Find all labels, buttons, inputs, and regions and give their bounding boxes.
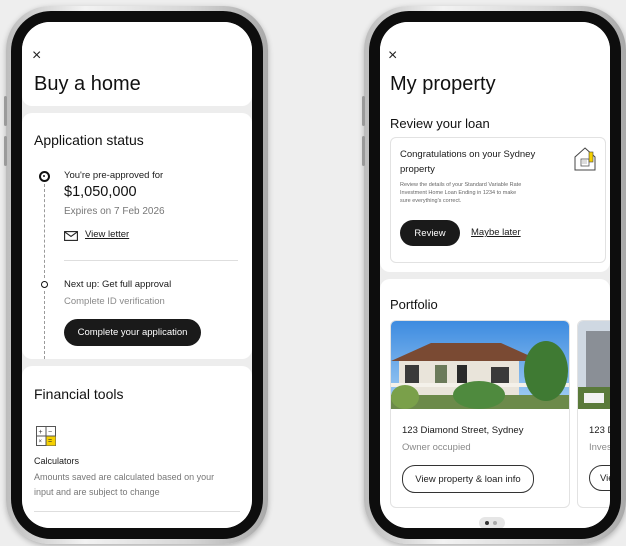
house-document-icon	[574, 147, 596, 171]
panel-title: property	[400, 164, 435, 175]
section-heading: Portfolio	[390, 297, 438, 312]
page-dot-active	[485, 521, 489, 525]
calculators-description: input and are subject to change	[34, 487, 160, 497]
page-title: Buy a home	[34, 73, 141, 95]
step2-sublabel: Complete ID verification	[64, 296, 165, 307]
close-icon[interactable]: ×	[32, 48, 41, 64]
property-status: Invest	[589, 442, 610, 453]
volume-button	[362, 96, 365, 126]
property-address: 123 D	[589, 425, 610, 436]
view-letter-link[interactable]: View letter	[85, 229, 129, 240]
section-heading: Financial tools	[34, 386, 124, 402]
view-property-button[interactable]: View property & loan info	[402, 465, 534, 493]
panel-body: sure everything's correct.	[400, 198, 462, 204]
expiry-date: Expires on 7 Feb 2026	[64, 206, 165, 217]
maybe-later-link[interactable]: Maybe later	[471, 227, 521, 238]
review-button[interactable]: Review	[400, 220, 460, 246]
left-phone-frame: × Buy a home Application status You're p…	[4, 6, 268, 544]
preapproved-amount: $1,050,000	[64, 184, 137, 200]
divider	[34, 511, 240, 512]
review-loan-card: × My property Review your loan Congratul…	[380, 22, 610, 272]
property-card[interactable]: 123 D Invest Vie	[577, 320, 610, 508]
step2-label: Next up: Get full approval	[64, 279, 172, 290]
house-photo	[578, 321, 610, 409]
complete-application-button[interactable]: Complete your application	[64, 319, 201, 346]
svg-text:×: ×	[39, 439, 43, 445]
calculator-icon: + − × =	[36, 426, 56, 446]
left-screen: × Buy a home Application status You're p…	[22, 22, 252, 528]
calculators-description: Amounts saved are calculated based on yo…	[34, 472, 215, 482]
pagination-dots	[479, 517, 505, 528]
section-heading: Application status	[34, 132, 144, 148]
house-photo	[391, 321, 569, 409]
page-dot	[493, 521, 497, 525]
close-icon[interactable]: ×	[388, 48, 397, 64]
right-screen: × My property Review your loan Congratul…	[380, 22, 610, 528]
section-heading: Review your loan	[390, 116, 490, 131]
application-status-card: Application status You're pre-approved f…	[22, 113, 252, 359]
property-status: Owner occupied	[402, 442, 471, 453]
volume-button	[4, 96, 7, 126]
header-card: × Buy a home	[22, 22, 252, 106]
property-address: 123 Diamond Street, Sydney	[402, 425, 524, 436]
svg-text:−: −	[48, 429, 52, 436]
svg-text:=: =	[48, 438, 52, 445]
panel-title: Congratulations on your Sydney	[400, 149, 536, 160]
svg-text:+: +	[39, 429, 43, 436]
step-complete-indicator	[39, 171, 50, 182]
financial-tools-card: Financial tools + − × = Calculators Amou…	[22, 366, 252, 528]
property-card[interactable]: 123 Diamond Street, Sydney Owner occupie…	[390, 320, 570, 508]
step-pending-indicator	[41, 281, 48, 288]
portfolio-card: Portfolio 123 Diamond Street, Sydney Own…	[380, 279, 610, 528]
view-property-button[interactable]: Vie	[589, 465, 610, 491]
calculators-label: Calculators	[34, 456, 80, 466]
step1-label: You're pre-approved for	[64, 170, 164, 181]
step-dot	[42, 174, 45, 177]
page-title: My property	[390, 73, 496, 95]
loan-review-panel: Congratulations on your Sydney property …	[390, 137, 606, 263]
panel-body: Review the details of your Standard Vari…	[400, 182, 522, 188]
volume-button	[362, 136, 365, 166]
mail-icon	[64, 231, 78, 241]
timeline-line	[44, 184, 45, 278]
divider	[64, 260, 238, 261]
panel-body: Investment Home Loan Ending in 1234 to m…	[400, 190, 517, 196]
right-phone-frame: × My property Review your loan Congratul…	[362, 6, 626, 544]
volume-button	[4, 136, 7, 166]
timeline-line	[44, 291, 45, 359]
